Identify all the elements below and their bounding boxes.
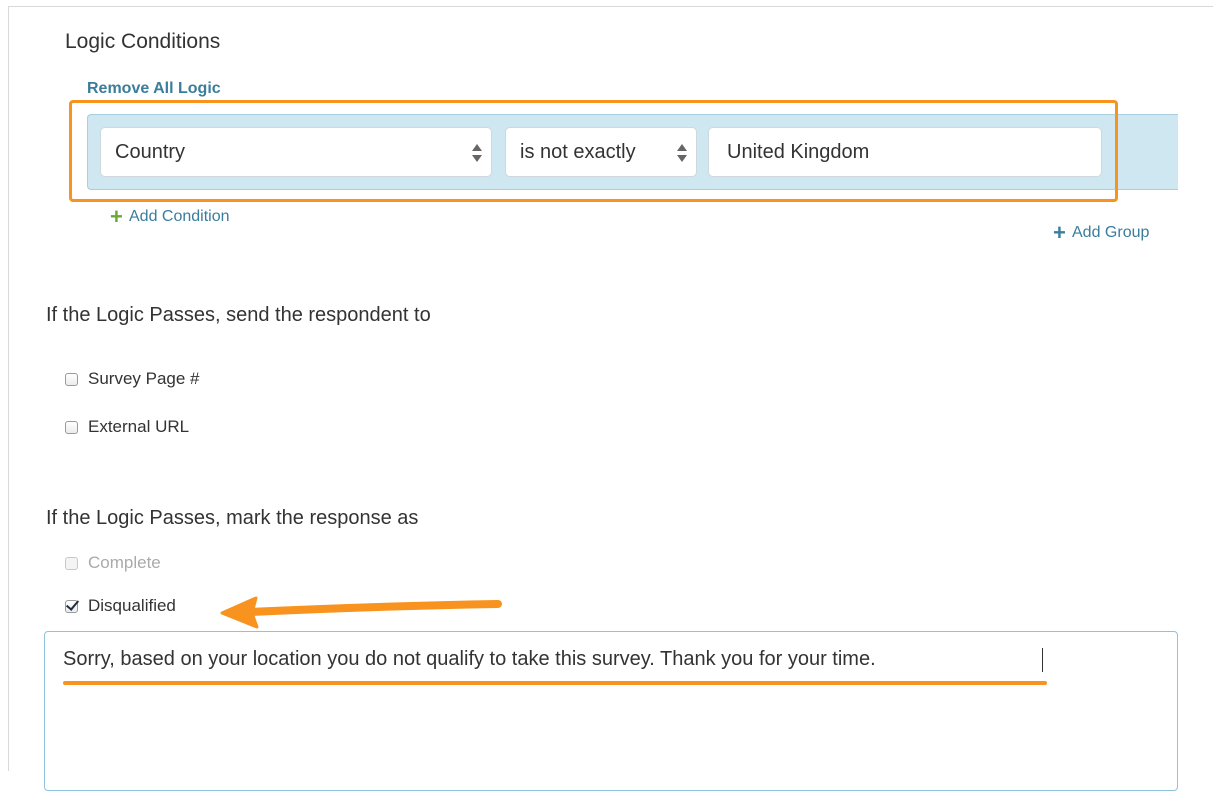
complete-label: Complete	[88, 553, 161, 572]
plus-icon: +	[110, 204, 123, 229]
field-select[interactable]: Country	[100, 127, 492, 177]
external-url-option[interactable]: External URL	[65, 417, 189, 437]
remove-all-logic-link[interactable]: Remove All Logic	[87, 80, 221, 98]
condition-value-text: United Kingdom	[727, 141, 870, 163]
send-to-heading: If the Logic Passes, send the respondent…	[46, 304, 431, 326]
external-url-label: External URL	[88, 417, 190, 436]
complete-checkbox[interactable]	[65, 556, 78, 570]
operator-select[interactable]: is not exactly	[505, 127, 697, 177]
plus-icon: +	[1053, 220, 1066, 245]
survey-page-option[interactable]: Survey Page #	[65, 369, 200, 389]
condition-value-input[interactable]: United Kingdom	[708, 127, 1102, 177]
panel-top-border	[8, 6, 1213, 7]
up-down-arrows-icon	[472, 143, 482, 163]
survey-page-label: Survey Page #	[88, 369, 200, 388]
complete-option[interactable]: Complete	[65, 553, 161, 573]
disqualified-label: Disqualified	[88, 596, 176, 615]
mark-as-heading: If the Logic Passes, mark the response a…	[46, 507, 419, 529]
add-condition-link[interactable]: Add Condition	[129, 208, 230, 226]
survey-page-checkbox[interactable]	[65, 372, 78, 386]
annotation-arrow-icon	[220, 596, 502, 629]
text-cursor	[1042, 648, 1043, 672]
annotation-underline	[63, 681, 1047, 685]
disqualified-checkbox[interactable]	[65, 599, 78, 613]
field-select-value: Country	[115, 141, 186, 163]
logic-conditions-heading: Logic Conditions	[65, 30, 221, 53]
disqualify-message-text: Sorry, based on your location you do not…	[63, 648, 876, 670]
operator-select-value: is not exactly	[520, 141, 636, 163]
up-down-arrows-icon	[677, 143, 687, 163]
disqualified-option[interactable]: Disqualified	[65, 596, 176, 616]
panel-left-border	[8, 6, 9, 771]
external-url-checkbox[interactable]	[65, 420, 78, 434]
add-group-link[interactable]: Add Group	[1072, 224, 1149, 242]
